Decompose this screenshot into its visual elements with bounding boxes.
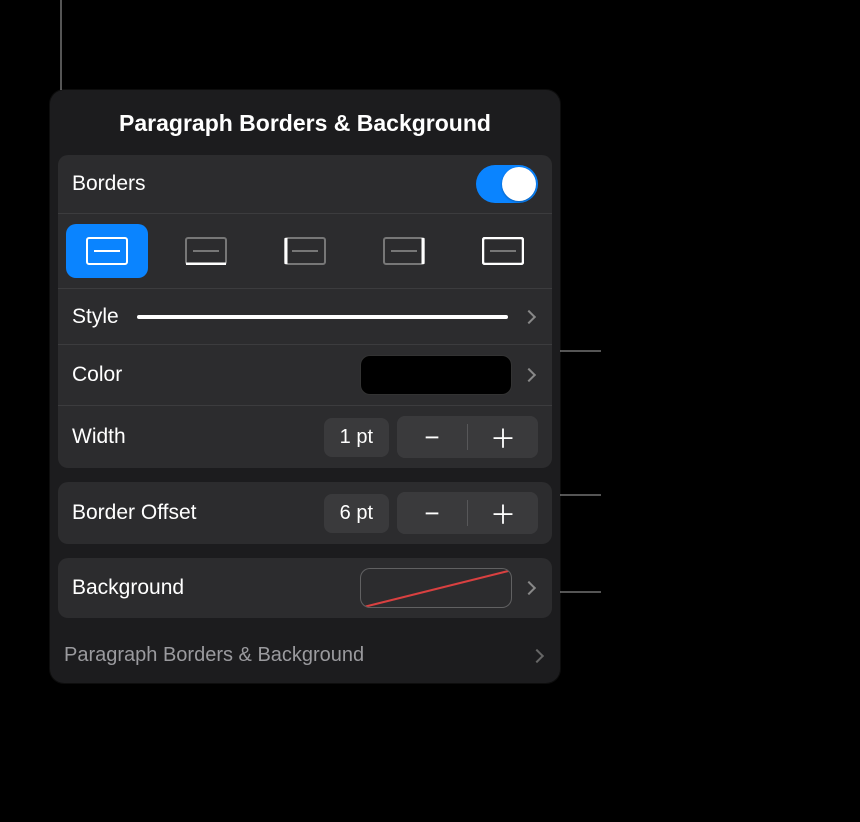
chevron-right-icon xyxy=(522,309,536,323)
nav-back-row[interactable]: Paragraph Borders & Background xyxy=(50,632,560,679)
border-position-left[interactable] xyxy=(264,224,346,278)
border-position-outer[interactable] xyxy=(462,224,544,278)
border-outer-icon xyxy=(482,237,524,265)
borders-toggle[interactable] xyxy=(476,165,538,203)
offset-increment-button[interactable]: ＋ xyxy=(468,492,538,534)
toggle-knob xyxy=(502,167,536,201)
borders-toggle-row: Borders xyxy=(58,155,552,214)
offset-decrement-button[interactable]: − xyxy=(397,492,467,534)
border-position-bottom[interactable] xyxy=(165,224,247,278)
border-right-icon xyxy=(383,237,425,265)
border-left-icon xyxy=(284,237,326,265)
color-row[interactable]: Color xyxy=(58,345,552,406)
style-row[interactable]: Style xyxy=(58,289,552,345)
style-label: Style xyxy=(72,305,119,329)
background-row[interactable]: Background xyxy=(58,558,552,618)
color-label: Color xyxy=(72,363,122,387)
border-all-icon xyxy=(86,237,128,265)
offset-group: Border Offset 6 pt − ＋ xyxy=(58,482,552,544)
width-row: Width 1 pt − ＋ xyxy=(58,406,552,468)
width-decrement-button[interactable]: − xyxy=(397,416,467,458)
width-value: 1 pt xyxy=(324,418,389,457)
background-group: Background xyxy=(58,558,552,618)
offset-label: Border Offset xyxy=(72,501,197,525)
chevron-right-icon xyxy=(522,581,536,595)
border-bottom-icon xyxy=(185,237,227,265)
callout-line-top xyxy=(60,0,62,90)
style-preview-line xyxy=(137,315,508,319)
width-stepper: − ＋ xyxy=(397,416,538,458)
offset-value: 6 pt xyxy=(324,494,389,533)
chevron-right-icon xyxy=(530,648,544,662)
chevron-right-icon xyxy=(522,368,536,382)
width-label: Width xyxy=(72,425,126,449)
borders-group: Borders xyxy=(58,155,552,468)
border-position-right[interactable] xyxy=(363,224,445,278)
panel-title: Paragraph Borders & Background xyxy=(50,90,560,155)
offset-row: Border Offset 6 pt − ＋ xyxy=(58,482,552,544)
borders-panel: Paragraph Borders & Background Borders xyxy=(50,90,560,683)
color-swatch[interactable] xyxy=(360,355,512,395)
border-position-row xyxy=(58,214,552,289)
offset-stepper: − ＋ xyxy=(397,492,538,534)
width-increment-button[interactable]: ＋ xyxy=(468,416,538,458)
background-label: Background xyxy=(72,576,184,600)
border-position-all[interactable] xyxy=(66,224,148,278)
borders-label: Borders xyxy=(72,172,146,196)
nav-label: Paragraph Borders & Background xyxy=(64,644,364,667)
background-swatch-none[interactable] xyxy=(360,568,512,608)
